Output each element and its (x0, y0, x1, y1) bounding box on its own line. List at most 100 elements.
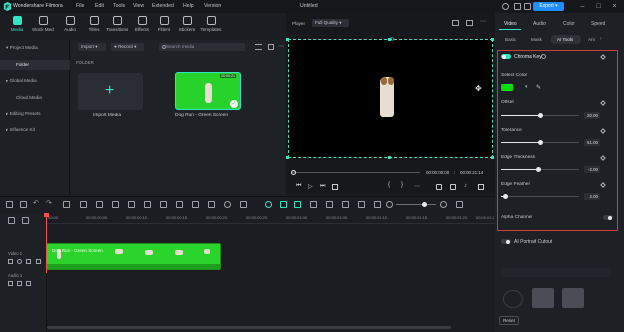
track-audio-icon[interactable] (26, 259, 31, 264)
track-more-icon[interactable] (36, 259, 41, 264)
voiceover-icon[interactable] (326, 201, 333, 208)
media-clip-thumbnail[interactable]: 00:00:21 ✓ (175, 72, 241, 110)
tool-transitions[interactable]: Transitions (106, 16, 128, 32)
menu-edit[interactable]: Edit (95, 3, 113, 9)
sidebar-item-global-media[interactable]: ▸ Global Media (0, 76, 70, 86)
marker-icon[interactable] (310, 201, 317, 208)
more-tools-icon[interactable] (240, 201, 247, 208)
track-more-icon[interactable] (26, 281, 31, 286)
tool-stickers[interactable]: Stickers (176, 16, 198, 32)
more-icon[interactable]: ⋯ (414, 183, 420, 190)
subtab-mask[interactable]: Mask (531, 37, 542, 42)
undo-icon[interactable]: ↶ (33, 199, 39, 207)
redo-icon[interactable]: ↷ (46, 199, 52, 207)
track-audio-icon[interactable] (17, 281, 22, 286)
tool-stock-media[interactable]: Stock Media (32, 16, 54, 32)
menu-view[interactable]: View (133, 3, 152, 9)
tab-video[interactable]: Video (504, 21, 517, 27)
edge-thickness-value[interactable]: -2.00 (584, 166, 600, 173)
tolerance-value[interactable]: 51.00 (584, 139, 600, 146)
chroma-key-toggle[interactable] (501, 54, 511, 59)
scene-icon[interactable] (358, 201, 365, 208)
track-visibility-icon[interactable] (17, 259, 22, 264)
select-icon[interactable] (20, 201, 27, 208)
fullscreen-icon[interactable] (478, 184, 484, 190)
render-icon[interactable] (265, 201, 272, 208)
tool-media[interactable]: Media (6, 16, 28, 32)
resize-handle[interactable] (388, 38, 391, 41)
color-icon[interactable] (192, 201, 199, 208)
add-track-icon[interactable] (8, 217, 15, 224)
tab-audio[interactable]: Audio (533, 21, 546, 27)
speed-icon[interactable] (160, 201, 167, 208)
reset-button[interactable]: Reset (499, 316, 519, 325)
track-lock-icon[interactable] (8, 281, 13, 286)
monitor-icon[interactable] (436, 184, 442, 190)
player-scrubber[interactable] (292, 172, 420, 173)
selected-color-swatch[interactable] (501, 84, 513, 91)
tool-templates[interactable]: Templates (200, 16, 222, 32)
export-button[interactable]: Export ▾ (533, 2, 564, 11)
tool-filters[interactable]: Filters (153, 16, 175, 32)
sidebar-item-editing-presets[interactable]: ▸ Editing Presets (0, 109, 70, 119)
menu-file[interactable]: File (76, 3, 95, 9)
snapshot-icon[interactable] (452, 20, 459, 26)
filter-icon[interactable] (255, 44, 262, 50)
menu-version[interactable]: Version (204, 3, 226, 9)
trim-icon[interactable] (96, 201, 103, 208)
zoom-slider-knob[interactable] (422, 202, 427, 207)
minimize-icon[interactable]: – (578, 2, 587, 11)
zoom-slider[interactable] (396, 204, 436, 205)
chevron-right-icon[interactable]: › (600, 36, 602, 42)
preview-canvas[interactable]: ⟲ ✥ (288, 37, 493, 158)
resize-handle[interactable] (286, 38, 289, 41)
grid-view-icon[interactable] (456, 201, 463, 208)
layout-icon[interactable] (6, 201, 13, 208)
edge-feather-slider[interactable] (501, 196, 579, 197)
sidebar-item-project-media[interactable]: ▾ Project Media (0, 43, 70, 53)
tab-color[interactable]: Color (563, 21, 575, 27)
text-icon[interactable] (128, 201, 135, 208)
sidebar-item-folder[interactable]: Folder (0, 60, 70, 70)
aspect-icon[interactable] (466, 20, 473, 26)
tab-speed[interactable]: Speed (591, 21, 605, 27)
mix-icon[interactable] (342, 201, 349, 208)
grid-view-icon[interactable] (268, 44, 274, 50)
offset-value[interactable]: 20.00 (584, 112, 600, 119)
edge-thickness-slider-knob[interactable] (535, 167, 541, 172)
mark-out-icon[interactable]: } (401, 182, 403, 188)
play-icon[interactable]: ▷ (308, 183, 313, 190)
audio-tool-icon[interactable] (208, 201, 215, 208)
delete-icon[interactable] (63, 201, 70, 208)
cloud-icon[interactable] (514, 3, 521, 10)
resize-handle[interactable] (388, 156, 391, 159)
sidebar-item-influence-kit[interactable]: ▸ Influence Kit (0, 125, 70, 135)
menu-help[interactable]: Help (183, 3, 204, 9)
ai-portrait-toggle[interactable] (501, 239, 511, 244)
timeline-ruler[interactable] (47, 214, 495, 224)
account-icon[interactable] (502, 3, 509, 10)
mark-in-icon[interactable]: { (388, 182, 390, 188)
resize-handle[interactable] (491, 38, 494, 41)
resize-handle[interactable] (286, 156, 289, 159)
alpha-channel-toggle[interactable] (603, 215, 613, 220)
record-dropdown[interactable]: ● Record ▾ (111, 43, 144, 51)
camera-icon[interactable] (450, 184, 456, 190)
sidebar-item-cloud-media[interactable]: Cloud Media (0, 93, 70, 103)
edge-feather-value[interactable]: 2.00 (584, 193, 600, 200)
transform-icon[interactable] (144, 201, 151, 208)
snap-icon[interactable] (280, 201, 287, 208)
menu-tools[interactable]: Tools (113, 3, 133, 9)
grid-icon[interactable] (374, 201, 381, 208)
volume-icon[interactable]: ♪ (464, 183, 467, 189)
split-icon[interactable] (80, 201, 87, 208)
more-icon[interactable]: ⋯ (480, 18, 486, 25)
import-dropdown[interactable]: Import ▾ (78, 43, 106, 51)
menu-extended[interactable]: Extended (152, 3, 183, 9)
import-media-tile[interactable]: + (78, 73, 143, 110)
timer-icon[interactable] (224, 201, 231, 208)
resize-handle[interactable] (491, 156, 494, 159)
ai-icon[interactable] (294, 201, 301, 208)
tool-titles[interactable]: Titles (83, 16, 105, 32)
tool-audio[interactable]: Audio (59, 16, 81, 32)
